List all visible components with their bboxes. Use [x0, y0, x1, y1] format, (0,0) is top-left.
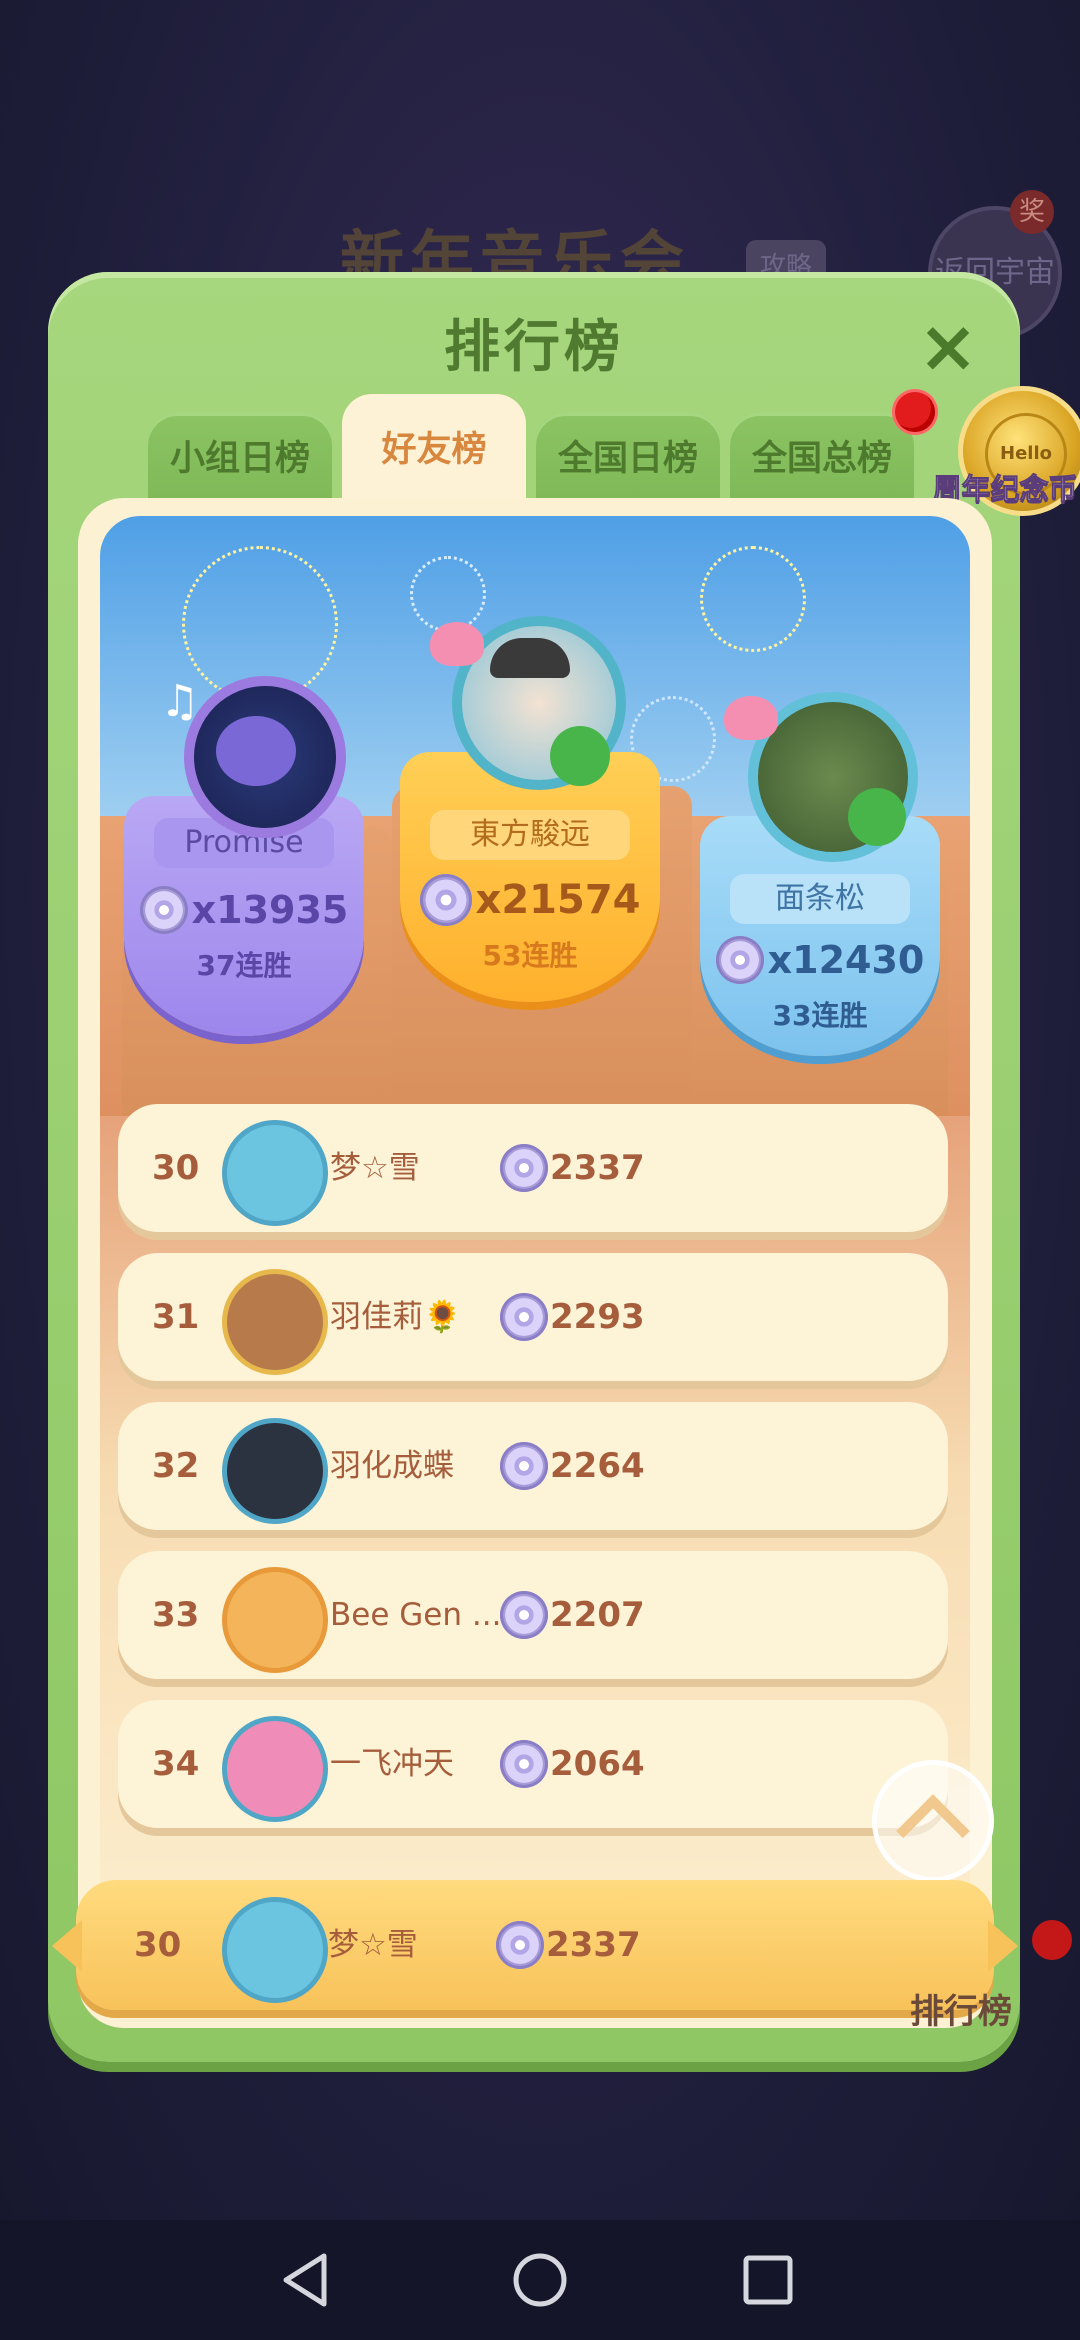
row-score: 2293 [550, 1297, 645, 1337]
lotus-icon [724, 696, 778, 740]
disc-icon [500, 1740, 548, 1788]
leaf-badge-icon [848, 788, 906, 846]
first-score: x21574 [475, 877, 641, 923]
recents-icon[interactable] [732, 2244, 804, 2316]
home-icon[interactable] [504, 2244, 576, 2316]
podium-stage: Promise x13935 37连胜 ♫ 東方駿远 x21574 53连胜 面… [100, 516, 970, 1116]
third-name: 面条松 [730, 874, 910, 924]
row-score: 2264 [550, 1446, 645, 1486]
tab-group-daily[interactable]: 小组日榜 [148, 412, 332, 506]
avatar [222, 1120, 328, 1226]
avatar [222, 1716, 328, 1822]
back-icon[interactable] [270, 2244, 342, 2316]
arrow-left-icon [52, 1920, 82, 1972]
my-rank: 30 [134, 1925, 182, 1965]
my-avatar [222, 1897, 328, 2003]
row-rank: 33 [152, 1595, 200, 1635]
disc-icon [500, 1144, 548, 1192]
third-streak: 33连胜 [772, 999, 868, 1032]
panel-title: 排行榜 [444, 315, 624, 380]
notification-dot [895, 392, 935, 432]
arrow-right-icon [988, 1920, 1018, 1972]
ranking-row[interactable]: 32 羽化成蝶 2264 [118, 1402, 948, 1530]
row-rank: 32 [152, 1446, 200, 1486]
first-streak: 53连胜 [482, 939, 578, 972]
tab-national-total[interactable]: 全国总榜 [730, 412, 914, 506]
disc-icon [419, 874, 472, 926]
ranking-row[interactable]: 34 一飞冲天 2064 [118, 1700, 948, 1828]
row-name: 羽佳莉🌻 [330, 1299, 462, 1335]
row-name: Bee Gen ... [330, 1597, 502, 1633]
ranking-row[interactable]: 33 Bee Gen ... 2207 [118, 1551, 948, 1679]
chevron-up-icon [896, 1794, 970, 1868]
ranking-row[interactable]: 31 羽佳莉🌻 2293 [118, 1253, 948, 1381]
notification-dot [1032, 1920, 1072, 1960]
disc-icon [500, 1442, 548, 1490]
tab-bar: 小组日榜 好友榜 全国日榜 全国总榜 [148, 394, 988, 506]
row-name: 一飞冲天 [330, 1746, 454, 1782]
ranking-row[interactable]: 30 梦☆雪 2337 [118, 1104, 948, 1232]
firework-icon [700, 546, 806, 652]
disc-icon [500, 1293, 548, 1341]
second-score: x13935 [191, 888, 349, 932]
disc-icon [500, 1591, 548, 1639]
row-rank: 31 [152, 1297, 200, 1337]
my-name: 梦☆雪 [328, 1927, 418, 1963]
row-score: 2064 [550, 1744, 645, 1784]
disc-icon [139, 886, 188, 934]
my-score: 2337 [546, 1925, 641, 1965]
tab-national-daily[interactable]: 全国日榜 [536, 412, 720, 506]
my-rank-row[interactable]: 30 梦☆雪 2337 [52, 1880, 1018, 2010]
row-score: 2337 [550, 1148, 645, 1188]
leaf-badge-icon [550, 726, 610, 786]
avatar [222, 1269, 328, 1375]
background-rank-label: 排行榜 [910, 1992, 1012, 2032]
system-nav-bar [0, 2220, 1080, 2340]
row-name: 羽化成蝶 [330, 1448, 454, 1484]
lotus-icon [430, 622, 484, 666]
row-rank: 30 [152, 1148, 200, 1188]
first-name: 東方駿远 [430, 810, 630, 860]
disc-icon [715, 936, 764, 984]
disc-icon [496, 1921, 544, 1969]
music-note-icon: ♫ [160, 676, 200, 727]
row-name: 梦☆雪 [330, 1150, 420, 1186]
third-score: x12430 [767, 938, 925, 982]
row-score: 2207 [550, 1595, 645, 1635]
prize-badge: 奖 [1010, 190, 1054, 234]
close-icon[interactable]: × [908, 306, 988, 386]
avatar [222, 1567, 328, 1673]
bird-mascot-icon [216, 716, 296, 786]
tab-friends[interactable]: 好友榜 [342, 394, 526, 506]
row-rank: 34 [152, 1744, 200, 1784]
scroll-to-top-button[interactable] [872, 1760, 994, 1882]
second-streak: 37连胜 [196, 949, 292, 982]
firework-icon [410, 556, 486, 632]
avatar [222, 1418, 328, 1524]
